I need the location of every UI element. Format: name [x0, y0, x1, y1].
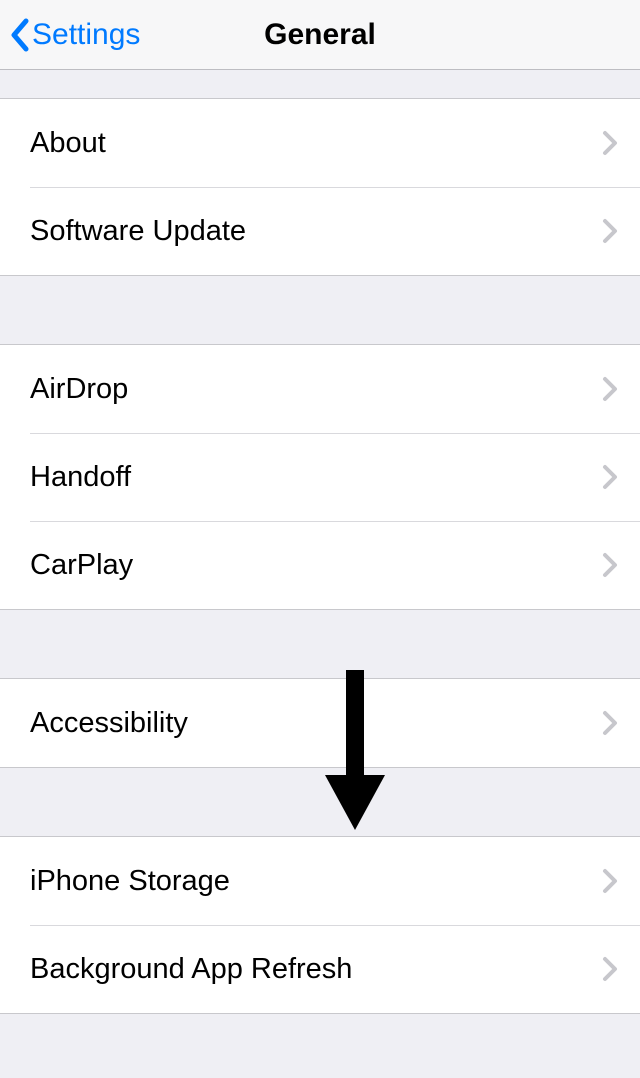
row-about[interactable]: About: [0, 99, 640, 187]
chevron-right-icon: [602, 552, 618, 578]
row-label: Software Update: [30, 215, 602, 248]
row-label: Handoff: [30, 461, 602, 494]
settings-group: Accessibility: [0, 678, 640, 768]
chevron-right-icon: [602, 956, 618, 982]
row-accessibility[interactable]: Accessibility: [0, 679, 640, 767]
nav-bar: Settings General: [0, 0, 640, 70]
group-gap: [0, 276, 640, 344]
group-gap: [0, 610, 640, 678]
group-gap: [0, 768, 640, 836]
row-background-app-refresh[interactable]: Background App Refresh: [0, 925, 640, 1013]
settings-list: About Software Update AirDrop Handoff: [0, 70, 640, 1014]
chevron-right-icon: [602, 464, 618, 490]
back-button[interactable]: Settings: [10, 18, 140, 52]
settings-group: iPhone Storage Background App Refresh: [0, 836, 640, 1014]
chevron-right-icon: [602, 376, 618, 402]
row-software-update[interactable]: Software Update: [0, 187, 640, 275]
row-label: Background App Refresh: [30, 953, 602, 986]
chevron-right-icon: [602, 710, 618, 736]
settings-group: AirDrop Handoff CarPlay: [0, 344, 640, 610]
row-iphone-storage[interactable]: iPhone Storage: [0, 837, 640, 925]
row-label: Accessibility: [30, 707, 602, 740]
row-airdrop[interactable]: AirDrop: [0, 345, 640, 433]
row-label: About: [30, 127, 602, 160]
row-label: AirDrop: [30, 373, 602, 406]
row-label: iPhone Storage: [30, 865, 602, 898]
group-gap: [0, 70, 640, 98]
row-handoff[interactable]: Handoff: [0, 433, 640, 521]
row-label: CarPlay: [30, 549, 602, 582]
row-carplay[interactable]: CarPlay: [0, 521, 640, 609]
settings-group: About Software Update: [0, 98, 640, 276]
chevron-right-icon: [602, 218, 618, 244]
back-button-label: Settings: [32, 18, 140, 52]
chevron-left-icon: [10, 18, 30, 52]
page-title: General: [264, 18, 376, 52]
chevron-right-icon: [602, 868, 618, 894]
chevron-right-icon: [602, 130, 618, 156]
